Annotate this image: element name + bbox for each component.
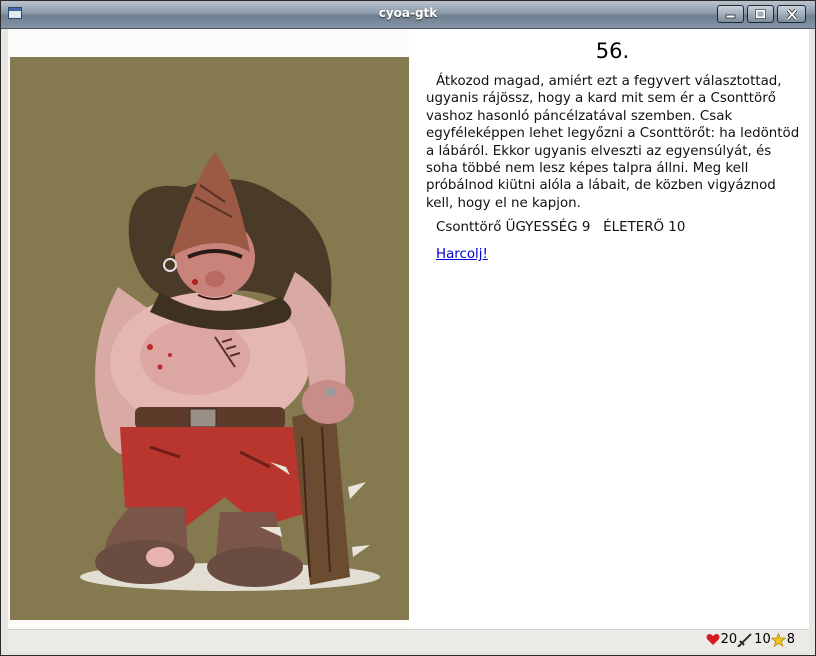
maximize-button[interactable] <box>747 5 774 23</box>
enemy-stats: Csonttörő ÜGYESSÉG 9 ÉLETERŐ 10 <box>436 220 686 235</box>
close-button[interactable] <box>777 5 806 23</box>
maximize-icon <box>755 9 766 19</box>
stamina-stat: 20 <box>706 632 738 647</box>
star-icon <box>770 632 786 647</box>
ogre-illustration <box>80 152 380 591</box>
section-number: 56. <box>595 39 630 63</box>
minimize-icon <box>725 14 736 19</box>
illustration-frame <box>8 29 409 639</box>
sword-icon <box>737 632 752 647</box>
illustration <box>10 57 409 620</box>
app-window: cyoa-gtk 56. Átkozod magad, amiért ezt a… <box>0 0 816 656</box>
skill-stat: 10 <box>737 632 771 647</box>
content-area: 56. Átkozod magad, amiért ezt a fegyvert… <box>8 29 809 639</box>
fight-link[interactable]: Harcolj! <box>436 247 488 262</box>
story-text: Átkozod magad, amiért ezt a fegyvert vál… <box>426 74 800 211</box>
window-title: cyoa-gtk <box>378 6 438 20</box>
title-bar[interactable]: cyoa-gtk <box>1 1 815 29</box>
heart-icon <box>706 634 720 645</box>
player-stats: 20 10 8 <box>706 632 795 647</box>
skill-value: 10 <box>754 632 771 647</box>
luck-stat: 8 <box>770 632 795 647</box>
luck-value: 8 <box>786 632 795 647</box>
minimize-button[interactable] <box>717 5 744 23</box>
close-icon <box>786 8 797 20</box>
stamina-value: 20 <box>720 632 738 647</box>
story-pane: 56. Átkozod magad, amiért ezt a fegyvert… <box>416 29 809 627</box>
status-bar: 20 10 8 <box>8 629 809 652</box>
